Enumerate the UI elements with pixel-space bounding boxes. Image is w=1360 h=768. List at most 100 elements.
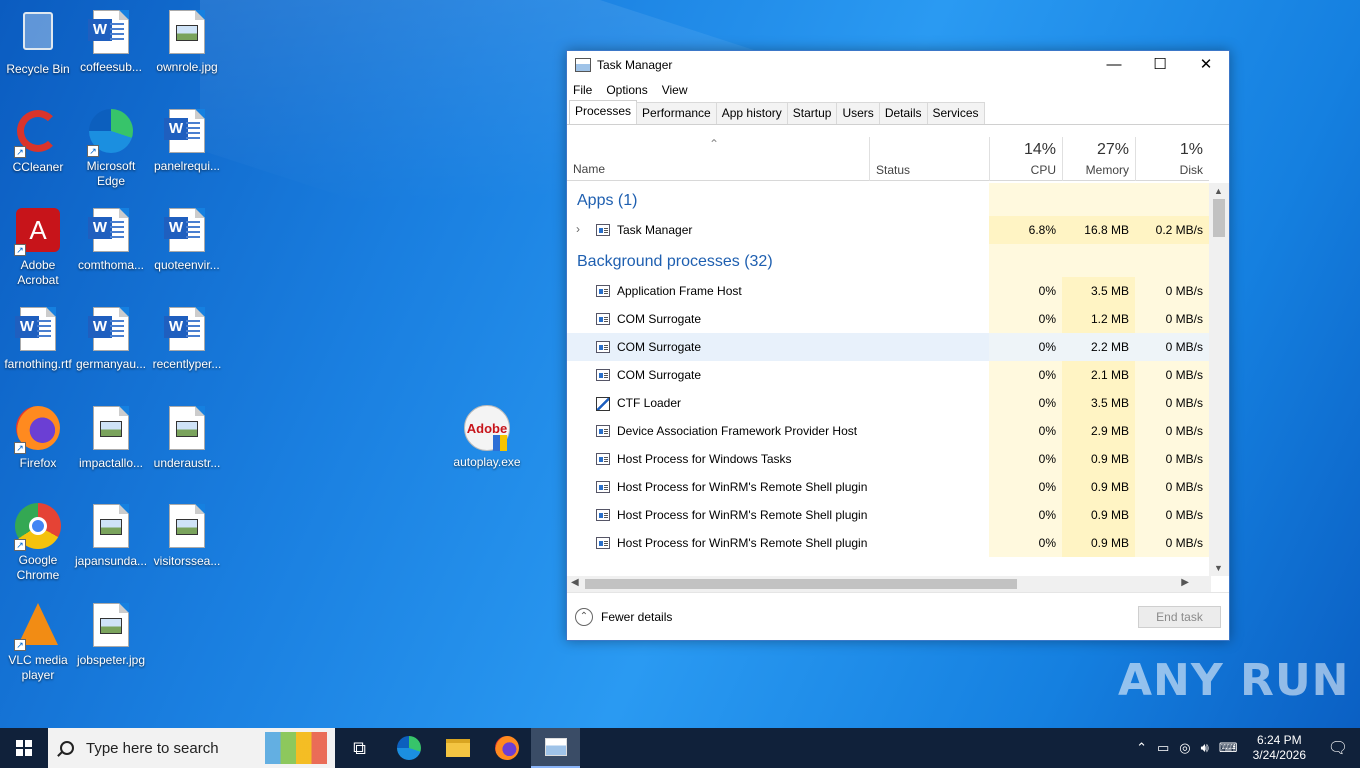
memory-value: 2.9 MB [1062, 417, 1135, 445]
table-row[interactable]: Host Process for WinRM's Remote Shell pl… [567, 473, 1209, 501]
desktop-icon-ownrole[interactable]: ownrole.jpg [149, 8, 225, 75]
tab-users[interactable]: Users [836, 102, 880, 124]
desktop-icon-label: Microsoft Edge [86, 159, 136, 188]
footer: ⌃ Fewer details End task [567, 592, 1229, 640]
recycle-bin-icon [14, 12, 62, 60]
desktop-icon-firefox[interactable]: ↗ Firefox [0, 404, 76, 471]
desktop-icon-coffeesub[interactable]: W coffeesub... [73, 8, 149, 75]
search-box[interactable]: Type here to search [48, 728, 335, 768]
desktop-icon-chrome[interactable]: ↗ Google Chrome [0, 502, 76, 583]
firefox-taskbar-icon[interactable] [482, 728, 531, 768]
column-memory[interactable]: 27% Memory [1062, 137, 1135, 181]
scroll-left-icon[interactable]: ◀ [571, 577, 579, 588]
desktop-icon-label: impactallo... [78, 456, 144, 470]
table-row[interactable]: COM Surrogate 0% 2.2 MB 0 MB/s [567, 333, 1209, 361]
table-row[interactable]: › Task Manager 6.8% 16.8 MB 0.2 MB/s [567, 216, 1209, 244]
desktop-icon-ccleaner[interactable]: ↗ CCleaner [0, 107, 76, 175]
table-row[interactable]: CTF Loader 0% 3.5 MB 0 MB/s [567, 389, 1209, 417]
scroll-thumb[interactable] [1213, 199, 1225, 237]
desktop-icon-recycle-bin[interactable]: Recycle Bin [0, 8, 76, 77]
group-header-background[interactable]: Background processes (32) [567, 244, 1209, 277]
close-button[interactable]: ✕ [1183, 51, 1229, 79]
ctf-loader-icon [596, 397, 610, 411]
table-row[interactable]: Host Process for WinRM's Remote Shell pl… [567, 501, 1209, 529]
process-icon [596, 537, 610, 549]
desktop-icon-comthoma[interactable]: W comthoma... [73, 206, 149, 273]
horizontal-scrollbar[interactable]: ◀ ▶ [567, 576, 1211, 592]
desktop-icon-acrobat[interactable]: A ↗ Adobe Acrobat [0, 206, 76, 288]
tab-startup[interactable]: Startup [786, 102, 838, 124]
desktop-icon-jobspeter[interactable]: jobspeter.jpg [73, 601, 149, 668]
desktop-icon-germanyau[interactable]: W germanyau... [73, 305, 149, 372]
keyboard-icon[interactable]: ⌨︎ [1219, 740, 1238, 756]
tab-processes[interactable]: Processes [569, 100, 638, 124]
task-manager-taskbar-icon[interactable] [531, 728, 580, 768]
tab-details[interactable]: Details [878, 102, 928, 124]
desktop-icon-label: coffeesub... [80, 60, 142, 74]
desktop-icon-label: Adobe Acrobat [17, 258, 59, 287]
network-icon[interactable]: ▭ [1157, 740, 1169, 756]
vlc-icon: ↗ [14, 603, 62, 651]
end-task-button[interactable]: End task [1138, 606, 1221, 628]
word-doc-icon: W [163, 208, 211, 256]
title-bar[interactable]: Task Manager — ☐ ✕ [567, 51, 1229, 79]
column-status[interactable]: Status [869, 137, 989, 181]
chevron-up-icon[interactable]: ⌃ [1136, 740, 1147, 756]
ccleaner-icon: ↗ [14, 110, 62, 158]
desktop-icon-visitorssea[interactable]: visitorssea... [149, 502, 225, 569]
clock[interactable]: 6:24 PM 3/24/2026 [1253, 733, 1306, 763]
cpu-value: 0% [989, 501, 1062, 529]
menu-file[interactable]: File [573, 83, 592, 97]
tab-services[interactable]: Services [926, 102, 985, 124]
maximize-button[interactable]: ☐ [1137, 51, 1183, 79]
task-view-icon[interactable]: ⧉ [335, 728, 384, 768]
group-title: Apps (1) [577, 192, 638, 209]
start-button[interactable] [0, 728, 48, 768]
desktop-icon-farnothing[interactable]: W farnothing.rtf [0, 305, 76, 372]
column-disk[interactable]: 1% Disk [1135, 137, 1209, 181]
scroll-thumb[interactable] [585, 579, 1017, 589]
desktop-icon-quoteenvir[interactable]: W quoteenvir... [149, 206, 225, 273]
word-doc-icon: W [163, 307, 211, 355]
menu-view[interactable]: View [662, 83, 688, 97]
table-row[interactable]: Device Association Framework Provider Ho… [567, 417, 1209, 445]
scroll-right-icon[interactable]: ▶ [1181, 577, 1189, 588]
desktop-icon-autoplay[interactable]: Adobe autoplay.exe [449, 404, 525, 470]
desktop-icon-edge[interactable]: ↗ Microsoft Edge [73, 107, 149, 189]
table-row[interactable]: Application Frame Host 0% 3.5 MB 0 MB/s [567, 277, 1209, 305]
scroll-down-icon[interactable]: ▼ [1214, 563, 1223, 573]
menu-options[interactable]: Options [606, 83, 647, 97]
desktop-icon-vlc[interactable]: ↗ VLC media player [0, 601, 76, 683]
tab-performance[interactable]: Performance [636, 102, 717, 124]
desktop-icon-japansunda[interactable]: japansunda... [73, 502, 149, 569]
column-name[interactable]: Name [573, 162, 605, 176]
desktop-icon-impactallo[interactable]: impactallo... [73, 404, 149, 471]
scroll-up-icon[interactable]: ▲ [1214, 186, 1223, 196]
taskbar: Type here to search ⧉ ⌃ ▭ ◎ 🔊︎ ⌨︎ 6:24 P… [0, 728, 1360, 768]
table-row[interactable]: COM Surrogate 0% 2.1 MB 0 MB/s [567, 361, 1209, 389]
desktop-icon-underaustr[interactable]: underaustr... [149, 404, 225, 471]
volume-icon[interactable]: 🔊︎ [1201, 740, 1209, 756]
group-header-apps[interactable]: Apps (1) [567, 183, 1209, 216]
cpu-value: 0% [989, 473, 1062, 501]
vertical-scrollbar[interactable]: ▲ ▼ [1209, 183, 1229, 576]
table-row[interactable]: COM Surrogate 0% 1.2 MB 0 MB/s [567, 305, 1209, 333]
edge-taskbar-icon[interactable] [384, 728, 433, 768]
chevron-right-icon[interactable]: › [576, 222, 580, 236]
notification-icon[interactable]: 🗨︎ [1316, 728, 1360, 768]
desktop-icon-label: farnothing.rtf [4, 357, 72, 371]
column-cpu[interactable]: 14% CPU [989, 137, 1062, 181]
memory-value: 16.8 MB [1062, 216, 1135, 244]
fewer-details-button[interactable]: ⌃ Fewer details [575, 608, 672, 626]
minimize-button[interactable]: — [1091, 51, 1137, 79]
tab-app-history[interactable]: App history [715, 102, 788, 124]
process-name: Task Manager [617, 223, 693, 237]
process-icon [596, 313, 610, 325]
table-row[interactable]: Host Process for Windows Tasks 0% 0.9 MB 0 … [567, 445, 1209, 473]
desktop-icon-panelrequi[interactable]: W panelrequi... [149, 107, 225, 174]
webcam-icon[interactable]: ◎ [1179, 740, 1190, 756]
word-doc-icon: W [87, 307, 135, 355]
file-explorer-icon[interactable] [433, 728, 482, 768]
table-row[interactable]: Host Process for WinRM's Remote Shell pl… [567, 529, 1209, 557]
desktop-icon-recentlyper[interactable]: W recentlyper... [149, 305, 225, 372]
